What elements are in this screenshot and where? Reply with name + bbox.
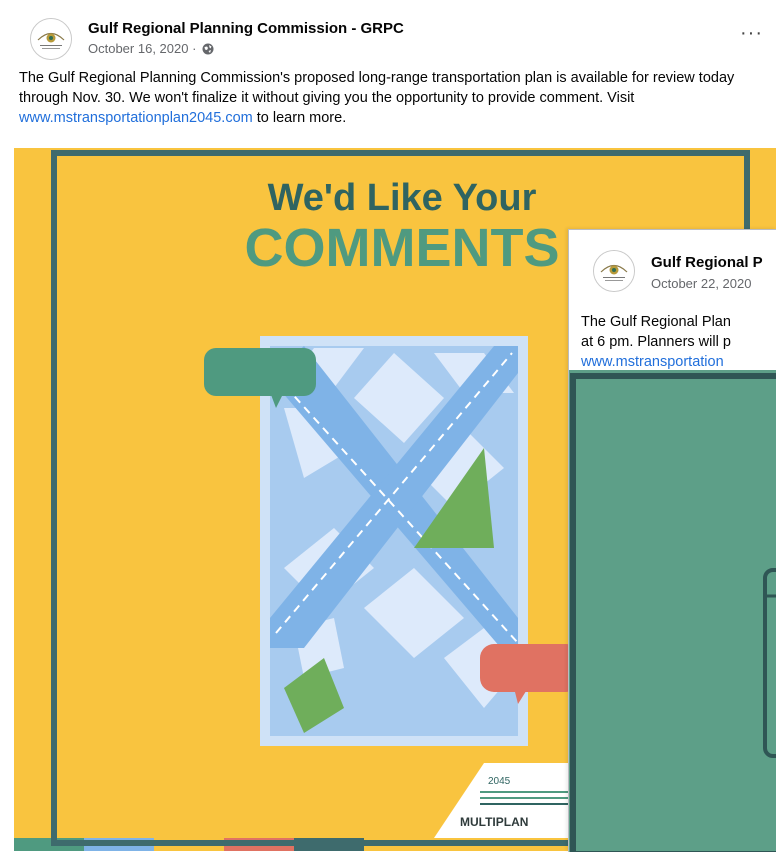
author-avatar[interactable] <box>593 250 635 292</box>
post-card-secondary: Gulf Regional P October 22, 2020 The Gul… <box>568 229 776 852</box>
more-options-icon[interactable]: ··· <box>740 22 763 45</box>
post-link[interactable]: www.mstransportation <box>581 352 776 372</box>
post-text: The Gulf Regional Planning Commission's … <box>19 68 774 128</box>
poster-headline-line1: We'd Like Your <box>268 177 537 219</box>
post-text-intro: The Gulf Regional Planning Commission's … <box>19 70 735 106</box>
logo-year: 2045 <box>488 776 511 787</box>
author-name[interactable]: Gulf Regional P <box>651 254 763 271</box>
globe-icon <box>202 43 214 58</box>
post-text-outro: to learn more. <box>252 110 347 126</box>
post-date[interactable]: October 22, 2020 <box>651 276 751 291</box>
poster-headline-line2: COMMENTS <box>245 218 560 278</box>
logo-name: MULTIPLAN <box>460 815 528 829</box>
post-link[interactable]: www.mstransportationplan2045.com <box>19 110 253 126</box>
post-text: The Gulf Regional Plan at 6 pm. Planners… <box>581 312 776 372</box>
author-name[interactable]: Gulf Regional Planning Commission - GRPC <box>88 20 404 37</box>
post-text-line: at 6 pm. Planners will p <box>581 334 731 350</box>
post-date[interactable]: October 16, 2020 · <box>88 41 196 56</box>
post-text-line: The Gulf Regional Plan <box>581 314 731 330</box>
post-timestamp[interactable]: October 16, 2020 · <box>88 41 214 58</box>
author-avatar[interactable] <box>30 18 72 60</box>
post-image[interactable] <box>569 370 776 852</box>
